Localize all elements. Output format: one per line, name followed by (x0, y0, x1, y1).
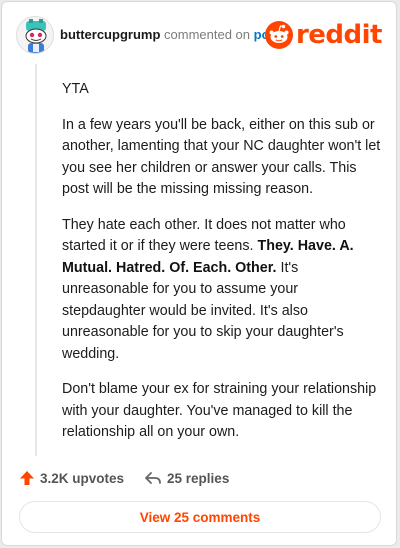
comment-paragraph: They hate each other. It does not matter… (62, 215, 382, 366)
reply-count: 25 replies (167, 470, 230, 486)
arrow-up-icon (20, 471, 34, 485)
reddit-alien-icon (264, 21, 293, 49)
reddit-logo[interactable]: reddit (264, 18, 383, 52)
comment-meta: buttercupgrump commented on post (60, 27, 281, 42)
avatar[interactable] (16, 16, 54, 54)
username[interactable]: buttercupgrump (60, 27, 160, 42)
comment-paragraph: In a few years you'll be back, either on… (62, 116, 381, 198)
reddit-wordmark: reddit (295, 20, 383, 50)
view-comments-button[interactable]: View 25 comments (19, 501, 381, 533)
reply-arrow-icon (145, 472, 161, 484)
comment-body: YTA In a few years you'll be back, eithe… (62, 79, 382, 458)
upvote-button[interactable]: 3.2K upvotes (19, 470, 124, 486)
replies-button[interactable]: 25 replies (144, 470, 229, 486)
avatar-snoo-icon (17, 17, 53, 53)
comment-header: buttercupgrump commented on post reddit (16, 16, 383, 54)
comment-actions: 3.2K upvotes 25 replies (19, 468, 249, 488)
comment-paragraph: Don't blame your ex for straining your r… (62, 381, 377, 440)
thread-line[interactable] (35, 64, 37, 456)
comment-card: buttercupgrump commented on post reddit … (1, 1, 397, 546)
comment-paragraph: YTA (62, 81, 89, 97)
comment-verb: commented on (164, 27, 251, 42)
upvote-count: 3.2K upvotes (40, 470, 125, 486)
